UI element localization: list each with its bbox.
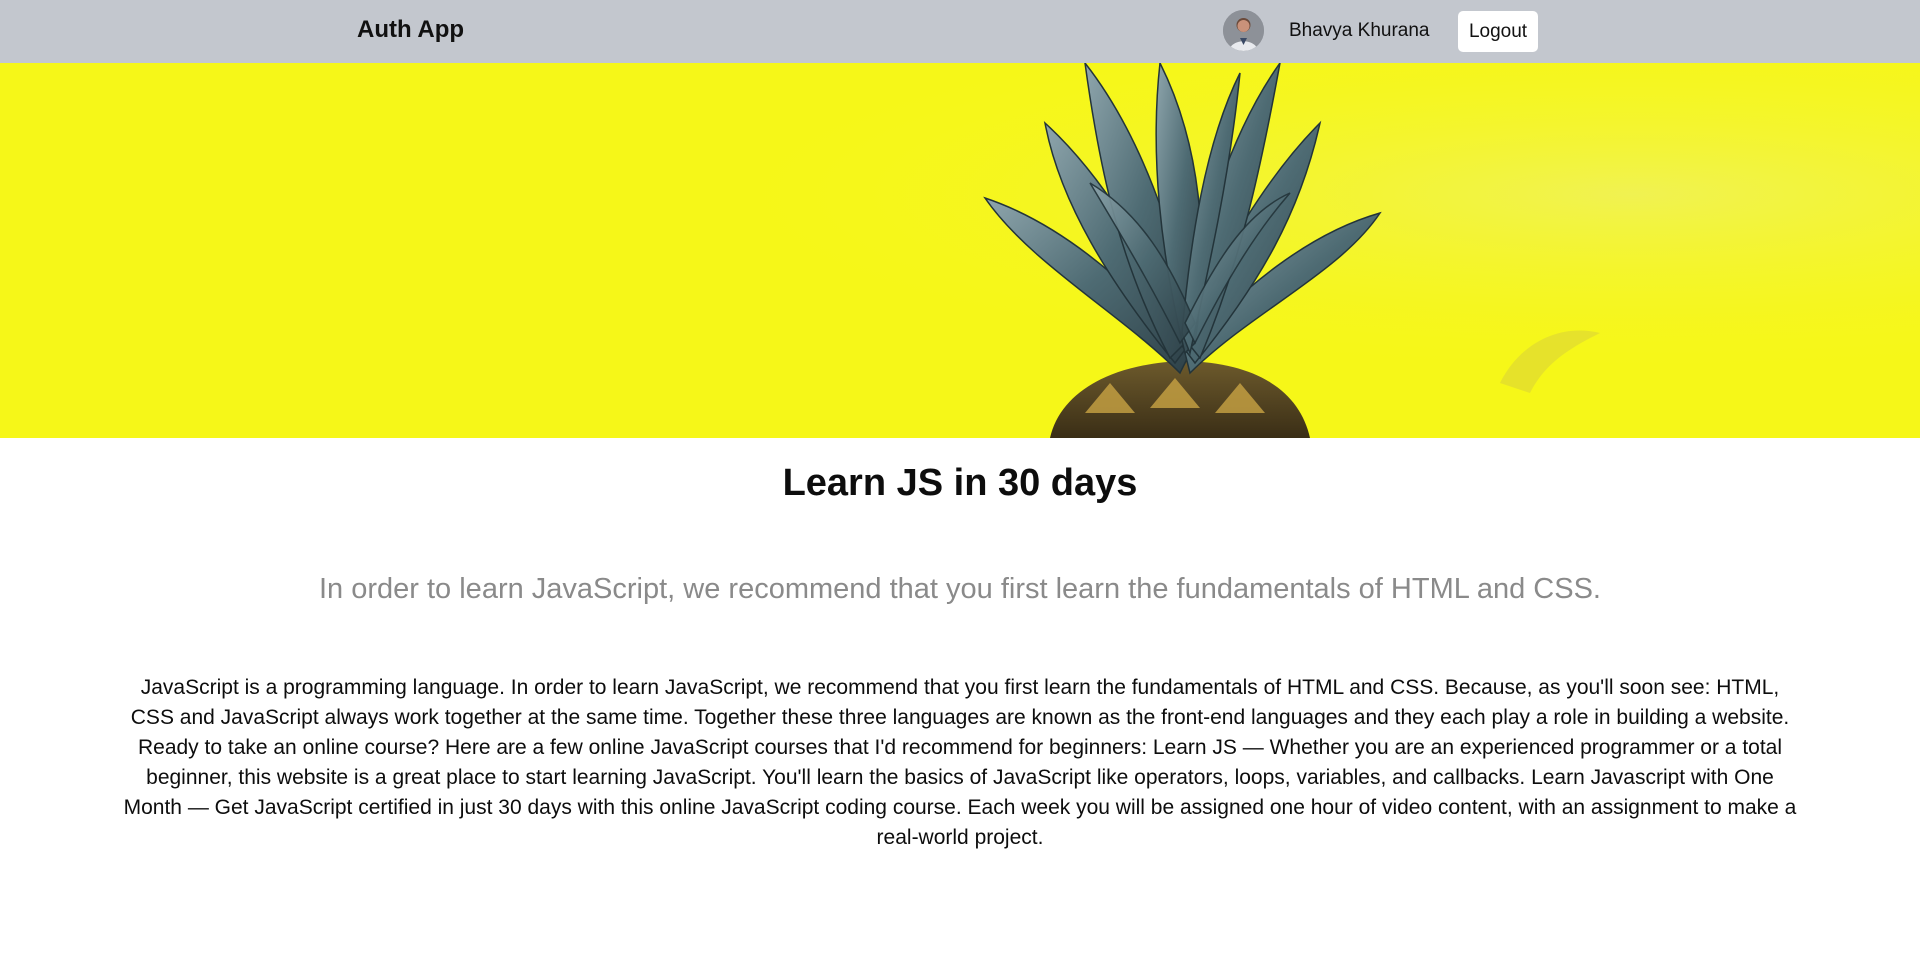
pineapple-icon [0,63,1920,438]
user-name: Bhavya Khurana [1289,20,1430,41]
hero-banner [0,63,1920,438]
article-body: JavaScript is a programming language. In… [123,676,1797,849]
page-subtitle: In order to learn JavaScript, we recomme… [319,573,1601,605]
user-avatar-icon[interactable] [1223,10,1264,51]
page-title: Learn JS in 30 days [782,462,1138,504]
brand-link[interactable]: Auth App [357,16,464,44]
logout-button[interactable]: Logout [1458,11,1538,52]
navbar: Auth App Bhavya Khurana Logout [0,0,1920,63]
